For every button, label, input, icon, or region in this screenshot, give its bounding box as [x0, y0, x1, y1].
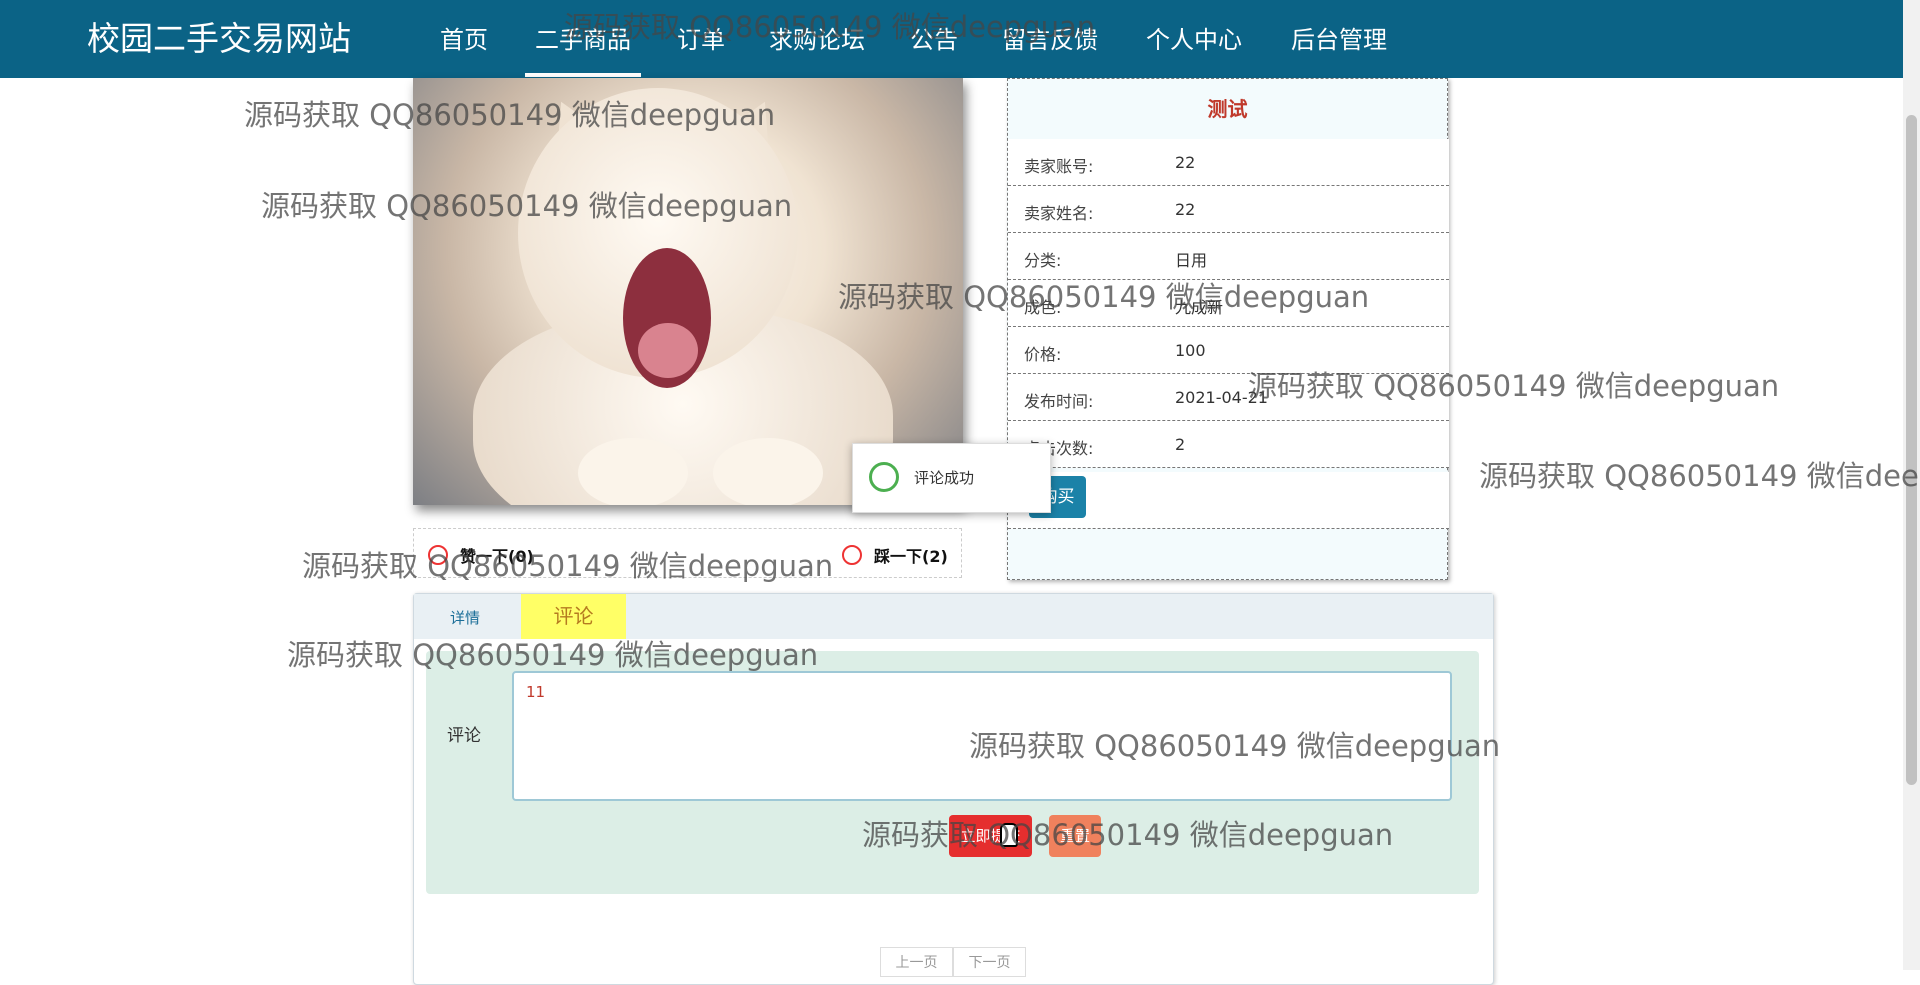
success-toast: 评论成功	[852, 443, 1051, 513]
info-key: 价格:	[1024, 345, 1062, 364]
info-row-seller-name: 卖家姓名: 22	[1008, 186, 1449, 233]
info-value: 22	[1175, 200, 1196, 219]
prev-page-button[interactable]: 上一页	[880, 947, 953, 977]
next-page-button[interactable]: 下一页	[953, 947, 1026, 977]
submit-button[interactable]: 立即提交	[949, 815, 1032, 857]
info-row-price: 价格: 100	[1008, 327, 1449, 374]
nav-item-announcements[interactable]: 公告	[910, 24, 958, 56]
page-scrollbar[interactable]	[1903, 0, 1920, 970]
cat-tongue	[638, 323, 698, 378]
sad-face-icon	[842, 545, 862, 565]
top-navbar: 校园二手交易网站 首页 二手商品 订单 求购论坛 公告 留言反馈 个人中心 后台…	[0, 0, 1903, 78]
smile-icon	[869, 462, 899, 492]
info-value: 日用	[1175, 251, 1208, 270]
scrollbar-thumb[interactable]	[1906, 115, 1917, 785]
mouse-cursor-icon	[1000, 823, 1018, 847]
detail-comment-panel: 详情 评论 评论 11 立即提交 重置 上一页 下一页	[413, 593, 1494, 985]
thumbs-up-face-icon	[428, 545, 448, 565]
nav-item-admin[interactable]: 后台管理	[1291, 24, 1387, 56]
info-key: 成色:	[1024, 298, 1062, 317]
cat-paw-left	[578, 438, 688, 505]
comment-textarea[interactable]: 11	[512, 671, 1452, 801]
site-brand[interactable]: 校园二手交易网站	[87, 18, 351, 60]
tab-detail[interactable]: 详情	[450, 607, 480, 628]
watermark: 源码获取 QQ86050149 微信deepguan	[1479, 459, 1920, 493]
info-row-condition: 成色: 九成新	[1008, 280, 1449, 327]
comment-label: 评论	[447, 726, 481, 746]
info-key: 发布时间:	[1024, 392, 1094, 411]
info-row-click-count: 点击次数: 2	[1008, 421, 1449, 468]
like-label: 赞一下(0)	[460, 547, 534, 566]
nav-item-wanted-forum[interactable]: 求购论坛	[769, 24, 865, 56]
info-key: 卖家姓名:	[1024, 204, 1094, 223]
cat-paw-right	[713, 438, 823, 505]
vote-bar: 赞一下(0) 踩一下(2)	[413, 528, 962, 578]
info-value: 22	[1175, 153, 1196, 172]
info-value: 2	[1175, 435, 1186, 454]
nav-item-home[interactable]: 首页	[440, 24, 488, 56]
nav-item-orders[interactable]: 订单	[677, 24, 725, 56]
toast-message: 评论成功	[914, 469, 975, 487]
info-row-category: 分类: 日用	[1008, 233, 1449, 280]
like-button[interactable]: 赞一下(0)	[428, 543, 534, 567]
nav-item-feedback[interactable]: 留言反馈	[1002, 24, 1098, 56]
comment-form: 评论 11 立即提交 重置	[426, 651, 1479, 894]
reset-button[interactable]: 重置	[1049, 815, 1101, 857]
info-row-publish-time: 发布时间: 2021-04-21	[1008, 374, 1449, 421]
product-title: 测试	[1207, 97, 1248, 121]
info-value: 2021-04-21	[1175, 388, 1268, 407]
product-info-panel: 测试 卖家账号: 22 卖家姓名: 22 分类: 日用 成色: 九成新 价格: …	[1007, 78, 1449, 580]
info-key: 卖家账号:	[1024, 157, 1094, 176]
info-key: 分类:	[1024, 251, 1062, 270]
buy-row: 购买	[1008, 472, 1449, 529]
nav-item-user-center[interactable]: 个人中心	[1146, 24, 1242, 56]
dislike-label: 踩一下(2)	[874, 547, 948, 566]
dislike-button[interactable]: 踩一下(2)	[842, 543, 948, 567]
info-value: 100	[1175, 341, 1206, 360]
info-row-seller-account: 卖家账号: 22	[1008, 139, 1449, 186]
product-image	[413, 78, 963, 505]
nav-item-second-hand-goods[interactable]: 二手商品	[525, 24, 641, 77]
info-value: 九成新	[1175, 298, 1224, 317]
tab-comment[interactable]: 评论	[521, 594, 626, 639]
panel-tabs: 详情 评论	[414, 594, 1493, 639]
